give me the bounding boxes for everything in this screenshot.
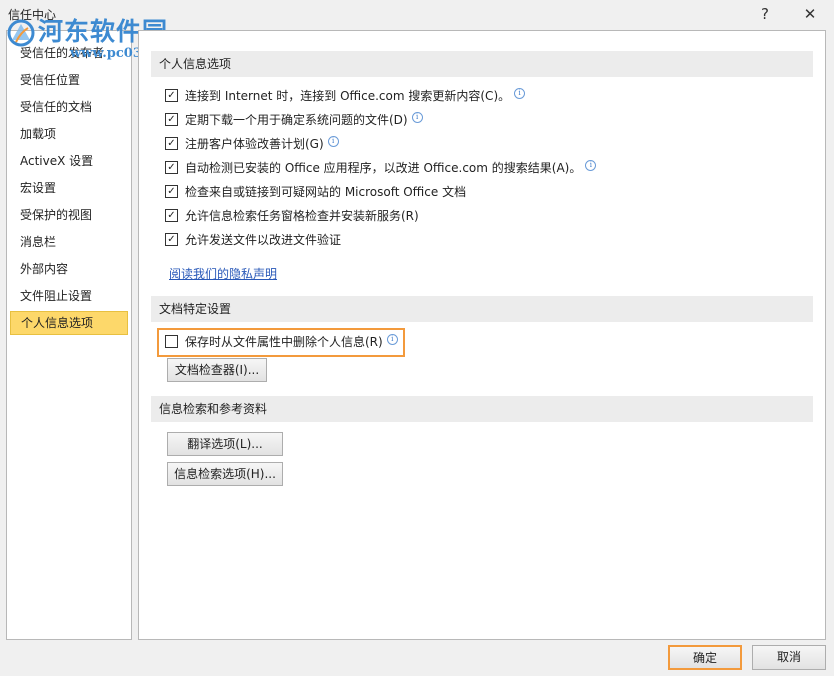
checkbox-checked-icon[interactable]: ✓	[165, 185, 178, 198]
sidebar-item-file-block[interactable]: 文件阻止设置	[10, 284, 128, 308]
close-icon[interactable]: ✕	[798, 4, 822, 24]
option-download-troubleshoot[interactable]: ✓定期下载一个用于确定系统问题的文件(D)i	[165, 110, 423, 130]
checkbox-checked-icon[interactable]: ✓	[165, 113, 178, 126]
translate-options-button[interactable]: 翻译选项(L)...	[167, 432, 283, 456]
option-check-suspicious-docs[interactable]: ✓检查来自或链接到可疑网站的 Microsoft Office 文档	[165, 182, 466, 202]
sidebar-item-external-content[interactable]: 外部内容	[10, 257, 128, 281]
ok-button[interactable]: 确定	[668, 645, 742, 670]
sidebar-item-privacy-options[interactable]: 个人信息选项	[10, 311, 128, 335]
section-heading-research: 信息检索和参考资料	[151, 396, 813, 422]
cancel-button[interactable]: 取消	[752, 645, 826, 670]
research-options-button[interactable]: 信息检索选项(H)...	[167, 462, 283, 486]
main-panel: 个人信息选项 ✓连接到 Internet 时，连接到 Office.com 搜索…	[138, 30, 826, 640]
checkbox-unchecked-icon[interactable]	[165, 335, 178, 348]
option-file-validation[interactable]: ✓允许发送文件以改进文件验证	[165, 230, 341, 250]
option-ceip[interactable]: ✓注册客户体验改善计划(G)i	[165, 134, 339, 154]
help-button[interactable]: ?	[754, 4, 776, 24]
sidebar-item-add-ins[interactable]: 加载项	[10, 122, 128, 146]
sidebar-item-protected-view[interactable]: 受保护的视图	[10, 203, 128, 227]
checkbox-checked-icon[interactable]: ✓	[165, 161, 178, 174]
section-heading-privacy: 个人信息选项	[151, 51, 813, 77]
option-remove-personal-info[interactable]: 保存时从文件属性中删除个人信息(R)i	[165, 332, 398, 352]
info-icon: i	[412, 112, 423, 123]
checkbox-checked-icon[interactable]: ✓	[165, 209, 178, 222]
sidebar-item-trusted-locations[interactable]: 受信任位置	[10, 68, 128, 92]
info-icon: i	[387, 334, 398, 345]
sidebar-item-macro[interactable]: 宏设置	[10, 176, 128, 200]
checkbox-checked-icon[interactable]: ✓	[165, 137, 178, 150]
section-heading-document: 文档特定设置	[151, 296, 813, 322]
sidebar-item-activex[interactable]: ActiveX 设置	[10, 149, 128, 173]
info-icon: i	[585, 160, 596, 171]
option-research-pane-services[interactable]: ✓允许信息检索任务窗格检查并安装新服务(R)	[165, 206, 419, 226]
sidebar-item-message-bar[interactable]: 消息栏	[10, 230, 128, 254]
document-inspector-button[interactable]: 文档检查器(I)...	[167, 358, 267, 382]
info-icon: i	[514, 88, 525, 99]
info-icon: i	[328, 136, 339, 147]
watermark-logo-icon	[6, 18, 36, 48]
sidebar: 受信任的发布者 受信任位置 受信任的文档 加载项 ActiveX 设置 宏设置 …	[6, 30, 132, 640]
option-connect-office-com[interactable]: ✓连接到 Internet 时，连接到 Office.com 搜索更新内容(C)…	[165, 86, 525, 106]
checkbox-checked-icon[interactable]: ✓	[165, 89, 178, 102]
sidebar-item-trusted-documents[interactable]: 受信任的文档	[10, 95, 128, 119]
privacy-statement-link[interactable]: 阅读我们的隐私声明	[169, 265, 277, 282]
checkbox-checked-icon[interactable]: ✓	[165, 233, 178, 246]
option-detect-office-apps[interactable]: ✓自动检测已安装的 Office 应用程序，以改进 Office.com 的搜索…	[165, 158, 596, 178]
